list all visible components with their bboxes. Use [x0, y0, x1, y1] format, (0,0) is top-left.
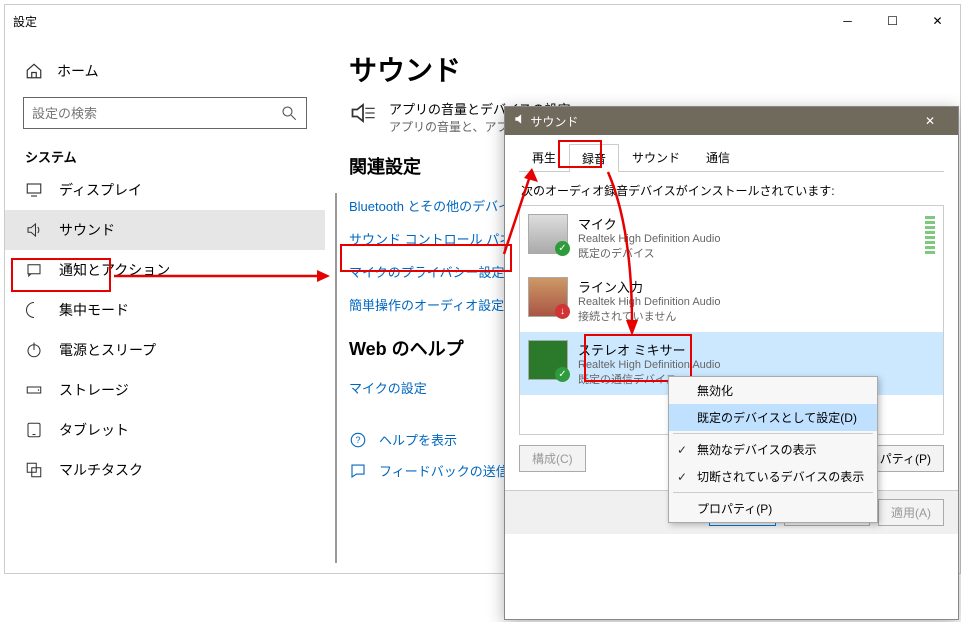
tab-playback[interactable]: 再生	[519, 143, 569, 171]
maximize-button[interactable]: ☐	[870, 5, 915, 37]
search-input[interactable]	[32, 106, 280, 121]
sidebar-item-power[interactable]: 電源とスリープ	[5, 330, 325, 370]
search-box[interactable]	[23, 97, 307, 129]
multitask-icon	[25, 461, 43, 479]
device-item-linein[interactable]: ↓ ライン入力 Realtek High Definition Audio 接続…	[520, 269, 943, 332]
context-menu: 無効化 既定のデバイスとして設定(D) ✓無効なデバイスの表示 ✓切断されている…	[668, 376, 878, 523]
help-icon: ?	[349, 431, 367, 449]
home-icon	[25, 62, 43, 80]
notification-icon	[25, 261, 43, 279]
sidebar-label: タブレット	[59, 420, 129, 440]
annotation-arrow	[500, 168, 560, 258]
minimize-button[interactable]: ─	[825, 5, 870, 37]
sidebar: ホーム システム ディスプレイ サウンド 通知とアクション 集中モード	[5, 37, 325, 573]
speaker-icon	[513, 112, 527, 126]
device-item-mic[interactable]: ✓ マイク Realtek High Definition Audio 既定のデ…	[520, 206, 943, 269]
annotation-arrow	[112, 266, 332, 286]
check-badge-icon: ✓	[555, 367, 570, 382]
down-badge-icon: ↓	[555, 304, 570, 319]
sound-dialog-close-button[interactable]: ✕	[910, 114, 950, 128]
content-divider	[335, 193, 337, 563]
window-controls: ─ ☐ ✕	[825, 5, 960, 37]
apply-button[interactable]: 適用(A)	[878, 499, 944, 526]
level-meter	[925, 216, 935, 256]
help-label: ヘルプを表示	[379, 430, 457, 449]
page-heading: サウンド	[349, 49, 936, 89]
sound-dialog-titlebar: サウンド ✕	[505, 107, 958, 135]
stereomix-device-icon: ✓	[528, 340, 568, 380]
sound-dialog: サウンド ✕ 再生 録音 サウンド 通信 次のオーディオ録音デバイスがインストー…	[504, 106, 959, 620]
close-button[interactable]: ✕	[915, 5, 960, 37]
sidebar-label: サウンド	[59, 220, 115, 240]
settings-title: 設定	[13, 13, 37, 30]
sidebar-label: ディスプレイ	[59, 180, 142, 200]
sidebar-group-label: システム	[5, 137, 325, 170]
focus-icon	[25, 301, 43, 319]
sound-tabs: 再生 録音 サウンド 通信	[519, 143, 944, 172]
home-button[interactable]: ホーム	[5, 53, 325, 89]
linein-device-icon: ↓	[528, 277, 568, 317]
device-driver: Realtek High Definition Audio	[578, 359, 720, 371]
sound-dialog-title: サウンド	[530, 115, 578, 129]
sidebar-label: マルチタスク	[59, 460, 143, 480]
instruction-text: 次のオーディオ録音デバイスがインストールされています:	[519, 172, 944, 205]
search-icon	[280, 104, 298, 122]
check-icon: ✓	[677, 470, 687, 484]
feedback-icon	[349, 462, 367, 480]
home-label: ホーム	[57, 61, 99, 81]
sidebar-item-tablet[interactable]: タブレット	[5, 410, 325, 450]
sidebar-label: ストレージ	[59, 380, 129, 400]
ctx-properties[interactable]: プロパティ(P)	[669, 495, 877, 522]
feedback-label: フィードバックの送信	[379, 461, 509, 480]
ctx-set-default[interactable]: 既定のデバイスとして設定(D)	[669, 404, 877, 431]
sidebar-item-storage[interactable]: ストレージ	[5, 370, 325, 410]
svg-text:?: ?	[355, 435, 360, 445]
annotation-arrow	[598, 168, 658, 338]
sidebar-item-focus[interactable]: 集中モード	[5, 290, 325, 330]
ctx-separator	[673, 492, 873, 493]
sidebar-item-display[interactable]: ディスプレイ	[5, 170, 325, 210]
storage-icon	[25, 381, 43, 399]
sidebar-item-multitask[interactable]: マルチタスク	[5, 450, 325, 490]
sound-icon	[25, 221, 43, 239]
power-icon	[25, 341, 43, 359]
sidebar-label: 集中モード	[59, 300, 129, 320]
check-icon: ✓	[677, 443, 687, 457]
sidebar-item-sound[interactable]: サウンド	[5, 210, 325, 250]
sidebar-label: 電源とスリープ	[59, 340, 156, 360]
ctx-show-disabled[interactable]: ✓無効なデバイスの表示	[669, 436, 877, 463]
settings-titlebar: 設定 ─ ☐ ✕	[5, 5, 960, 37]
device-name: ステレオ ミキサー	[578, 340, 720, 359]
ctx-show-disconnected[interactable]: ✓切断されているデバイスの表示	[669, 463, 877, 490]
ctx-separator	[673, 433, 873, 434]
volume-mixer-icon	[349, 99, 377, 127]
tab-communications[interactable]: 通信	[693, 143, 743, 171]
ctx-disable[interactable]: 無効化	[669, 377, 877, 404]
configure-button[interactable]: 構成(C)	[519, 445, 586, 472]
display-icon	[25, 181, 43, 199]
tablet-icon	[25, 421, 43, 439]
tab-sound[interactable]: サウンド	[619, 143, 693, 171]
